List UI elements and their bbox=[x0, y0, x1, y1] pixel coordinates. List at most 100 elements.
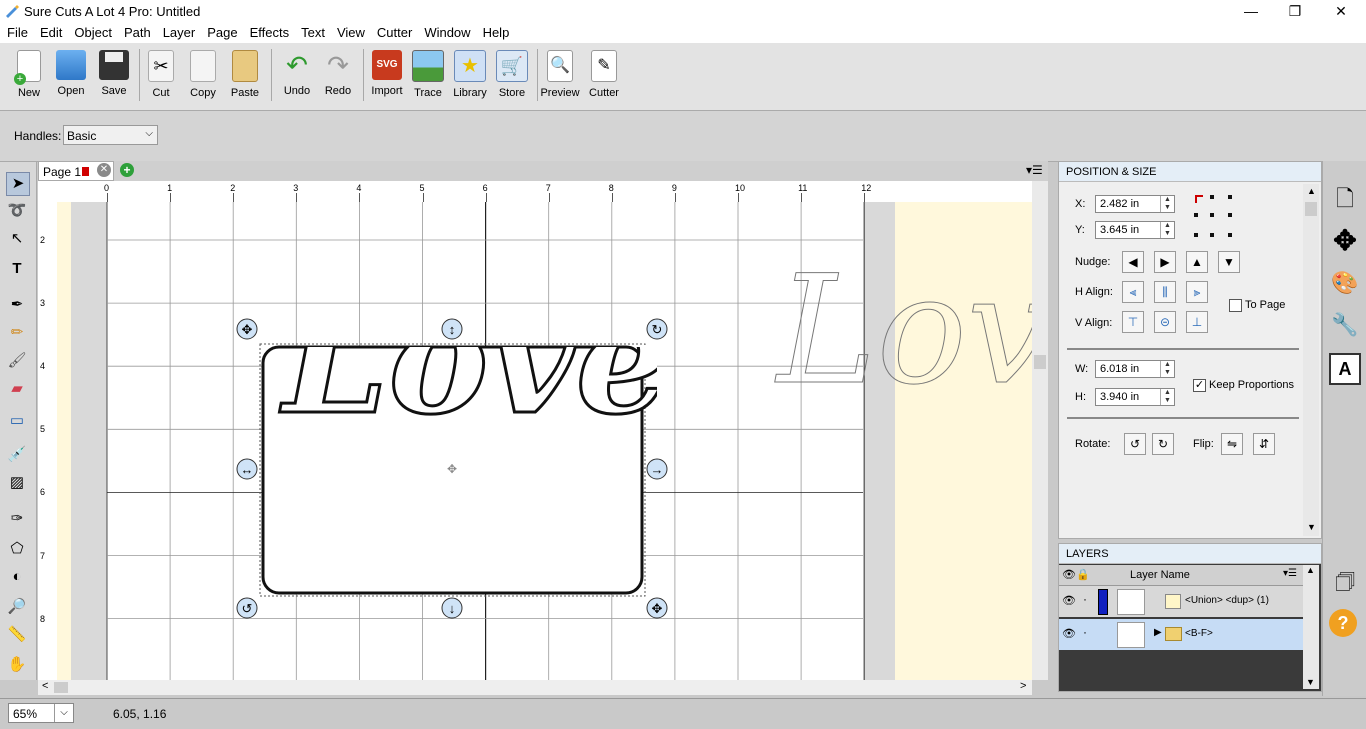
align-bottom-icon[interactable]: ⊥ bbox=[1186, 311, 1208, 333]
resize-left-handle-icon[interactable]: ↔ bbox=[236, 458, 258, 483]
menu-text[interactable]: Text bbox=[295, 23, 331, 43]
spinner-icon[interactable]: ▲ ▼ bbox=[1160, 222, 1174, 238]
vertical-scrollbar[interactable] bbox=[1032, 181, 1048, 680]
color-palette-icon[interactable]: 🎨 bbox=[1329, 267, 1361, 299]
paste-button[interactable]: Paste bbox=[224, 48, 266, 99]
rotate-handle-icon[interactable]: ↻ bbox=[646, 318, 668, 343]
new-button[interactable]: + New bbox=[8, 48, 50, 99]
scroll-up-icon[interactable]: ▲ bbox=[1307, 186, 1316, 196]
store-button[interactable]: 🛒 Store bbox=[491, 48, 533, 99]
height-field[interactable]: 3.940 in ▲ ▼ bbox=[1095, 388, 1175, 406]
eyedropper-tool-icon[interactable]: 💉 bbox=[6, 444, 28, 466]
nudge-up-icon[interactable]: ▲ bbox=[1186, 251, 1208, 273]
lasso-tool-icon[interactable]: ➰ bbox=[6, 200, 28, 222]
resize-top-handle-icon[interactable]: ↕ bbox=[441, 318, 463, 343]
rotate-ccw-icon[interactable]: ↺ bbox=[1124, 433, 1146, 455]
help-icon[interactable]: ? bbox=[1329, 609, 1357, 637]
scroll-thumb[interactable] bbox=[54, 682, 68, 693]
minimize-button[interactable]: — bbox=[1228, 0, 1274, 23]
menu-effects[interactable]: Effects bbox=[244, 23, 296, 43]
document-panel-icon[interactable]: 🗋 bbox=[1329, 183, 1361, 215]
select-tool-icon[interactable]: ➤ bbox=[6, 172, 30, 196]
shadow-tool-icon[interactable]: ◐ bbox=[6, 566, 28, 588]
spinner-icon[interactable]: ▲ ▼ bbox=[1160, 196, 1174, 212]
pen-tool-icon[interactable]: ✒ bbox=[6, 294, 28, 316]
scale-handle-icon[interactable]: ✥ bbox=[646, 597, 668, 622]
handles-select[interactable]: Basic ⌵ bbox=[63, 125, 158, 145]
preview-button[interactable]: 🔍 Preview bbox=[539, 48, 581, 99]
visible-eye-icon[interactable]: 👁 bbox=[1062, 594, 1076, 607]
y-field[interactable]: 3.645 in ▲ ▼ bbox=[1095, 221, 1175, 239]
pencil-tool-icon[interactable]: ✏ bbox=[6, 322, 28, 344]
node-edit-tool-icon[interactable]: ↖ bbox=[6, 228, 28, 250]
to-page-checkbox[interactable] bbox=[1229, 299, 1242, 312]
nudge-left-icon[interactable]: ◀ bbox=[1122, 251, 1144, 273]
scroll-up-icon[interactable]: ▲ bbox=[1306, 565, 1315, 575]
close-page-icon[interactable]: ✕ bbox=[97, 163, 111, 177]
layer-row[interactable]: 👁 · ▶ <B-F> bbox=[1059, 619, 1303, 650]
layers-panel-icon[interactable]: 🗇 bbox=[1329, 566, 1361, 598]
save-button[interactable]: Save bbox=[93, 48, 135, 97]
x-field[interactable]: 2.482 in ▲ ▼ bbox=[1095, 195, 1175, 213]
nudge-down-icon[interactable]: ▼ bbox=[1218, 251, 1240, 273]
layers-scrollbar[interactable]: ▲ ▼ bbox=[1303, 565, 1319, 689]
scroll-down-icon[interactable]: ▼ bbox=[1307, 522, 1316, 532]
scroll-down-icon[interactable]: ▼ bbox=[1306, 677, 1315, 687]
text-tool-icon[interactable]: T bbox=[6, 258, 28, 280]
rectangle-tool-icon[interactable]: ▭ bbox=[6, 410, 28, 432]
text-panel-icon[interactable]: A bbox=[1329, 353, 1361, 385]
menu-view[interactable]: View bbox=[331, 23, 371, 43]
trace-button[interactable]: Trace bbox=[407, 48, 449, 99]
zoom-select[interactable]: 65% ⌵ bbox=[8, 703, 74, 723]
visible-eye-icon[interactable]: 👁 bbox=[1062, 627, 1076, 640]
spinner-icon[interactable]: ▲ ▼ bbox=[1160, 389, 1174, 405]
knife-tool-icon[interactable]: ✑ bbox=[6, 508, 28, 530]
import-button[interactable]: SVG Import bbox=[366, 48, 408, 97]
spinner-icon[interactable]: ▲ ▼ bbox=[1160, 361, 1174, 377]
measure-tool-icon[interactable]: 📏 bbox=[6, 624, 28, 646]
page-menu-icon[interactable]: ▾☰ bbox=[1026, 163, 1043, 177]
redo-button[interactable]: ↷ Redo bbox=[317, 48, 359, 97]
zoom-tool-icon[interactable]: 🔎 bbox=[6, 596, 28, 618]
keep-proportions-checkbox[interactable]: ✓ bbox=[1193, 379, 1206, 392]
align-left-icon[interactable]: ⫷ bbox=[1122, 281, 1144, 303]
width-field[interactable]: 6.018 in ▲ ▼ bbox=[1095, 360, 1175, 378]
align-middle-v-icon[interactable]: ⊝ bbox=[1154, 311, 1176, 333]
cut-button[interactable]: ✂ Cut bbox=[140, 48, 182, 99]
add-page-icon[interactable]: + bbox=[120, 163, 134, 177]
menu-edit[interactable]: Edit bbox=[34, 23, 68, 43]
transform-tool-icon[interactable]: ⬠ bbox=[6, 538, 28, 560]
maximize-button[interactable]: ❐ bbox=[1272, 0, 1318, 23]
rotate-bottom-left-handle-icon[interactable]: ↺ bbox=[236, 597, 258, 622]
panel-scrollbar[interactable]: ▲ ▼ bbox=[1303, 184, 1319, 536]
flip-vertical-icon[interactable]: ⇵ bbox=[1253, 433, 1275, 455]
layer-row[interactable]: 👁 · <Union> <dup> (1) bbox=[1059, 586, 1303, 617]
hand-pan-tool-icon[interactable]: ✋ bbox=[6, 654, 28, 676]
horizontal-scrollbar[interactable]: < > bbox=[38, 680, 1032, 695]
undo-button[interactable]: ↶ Undo bbox=[276, 48, 318, 97]
menu-page[interactable]: Page bbox=[201, 23, 243, 43]
eraser-tool-icon[interactable]: ▰ bbox=[6, 378, 28, 400]
menu-cutter[interactable]: Cutter bbox=[371, 23, 418, 43]
open-button[interactable]: Open bbox=[50, 48, 92, 97]
design-canvas[interactable]: Love Love ✥ ✥ ↕ ↻ ↔ → ↺ ↓ ✥ bbox=[57, 202, 1032, 680]
scroll-thumb[interactable] bbox=[1034, 355, 1046, 369]
scroll-thumb[interactable] bbox=[1305, 202, 1317, 216]
gradient-tool-icon[interactable]: ▨ bbox=[6, 472, 28, 494]
move-handle-icon[interactable]: ✥ bbox=[236, 318, 258, 343]
menu-window[interactable]: Window bbox=[418, 23, 476, 43]
menu-layer[interactable]: Layer bbox=[157, 23, 202, 43]
resize-right-handle-icon[interactable]: → bbox=[646, 458, 668, 483]
layer-color-swatch[interactable] bbox=[1098, 589, 1108, 615]
nudge-right-icon[interactable]: ▶ bbox=[1154, 251, 1176, 273]
menu-file[interactable]: File bbox=[1, 23, 34, 43]
expand-arrow-icon[interactable]: ▶ bbox=[1154, 627, 1162, 638]
copy-button[interactable]: Copy bbox=[182, 48, 224, 99]
flip-horizontal-icon[interactable]: ⇋ bbox=[1221, 433, 1243, 455]
layers-menu-icon[interactable]: ▾☰ bbox=[1283, 568, 1297, 579]
menu-object[interactable]: Object bbox=[68, 23, 118, 43]
close-button[interactable]: ✕ bbox=[1318, 0, 1364, 23]
align-center-h-icon[interactable]: ⫼ bbox=[1154, 281, 1176, 303]
menu-path[interactable]: Path bbox=[118, 23, 157, 43]
resize-bottom-handle-icon[interactable]: ↓ bbox=[441, 597, 463, 622]
